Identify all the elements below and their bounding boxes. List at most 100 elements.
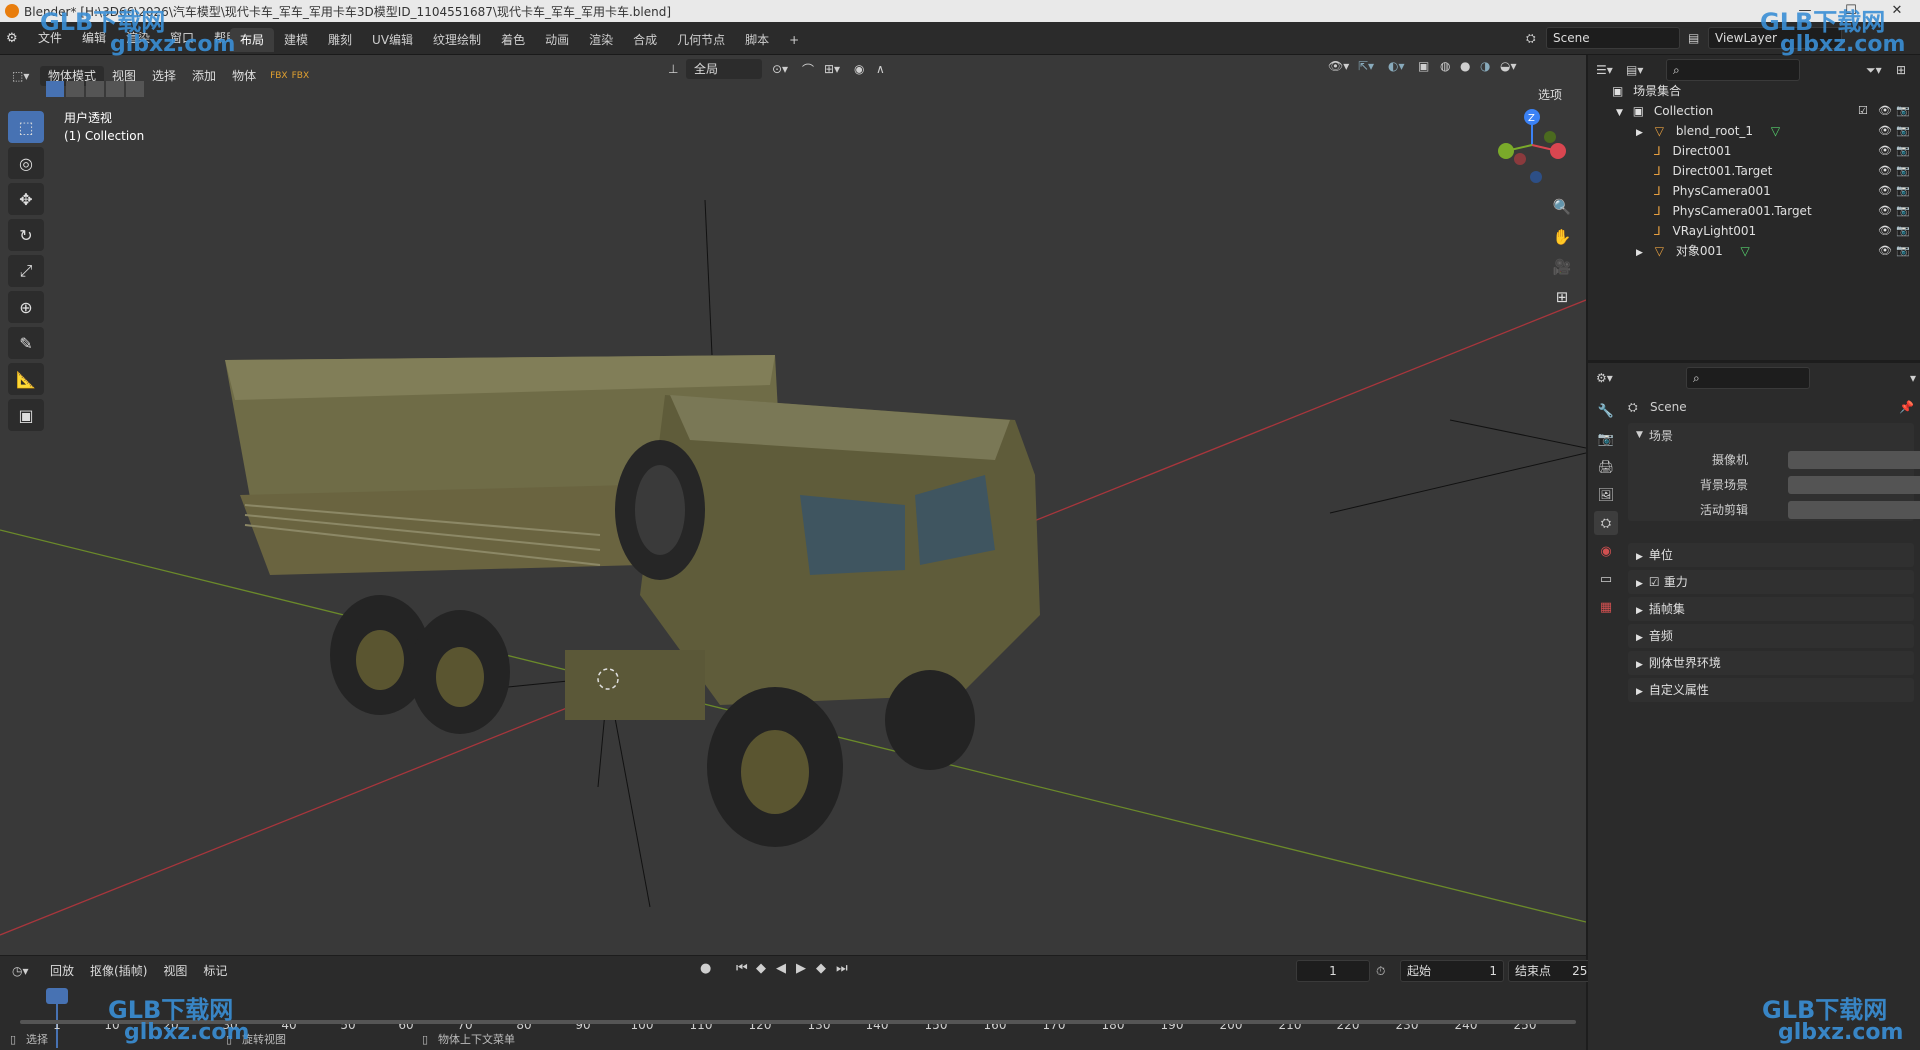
start-frame-field[interactable]: 起始 1 (1400, 960, 1504, 982)
camera-render-icon[interactable]: 📷 (1896, 121, 1910, 141)
outliner-editor-icon[interactable]: ☰▾ (1596, 63, 1626, 77)
panel-units[interactable]: ▶ 单位 (1628, 543, 1914, 567)
panel-custom-properties[interactable]: ▶ 自定义属性 (1628, 678, 1914, 702)
tool-tab-icon[interactable]: 🔧 (1594, 399, 1618, 423)
expand-icon[interactable]: ▶ (1636, 248, 1643, 258)
select-subtract-icon[interactable] (86, 81, 104, 97)
output-tab-icon[interactable]: 🖨 (1594, 455, 1618, 479)
navigation-gizmo[interactable]: Z (1492, 105, 1572, 185)
tab-scripting[interactable]: 脚本 (735, 28, 779, 52)
texture-tab-icon[interactable]: ▦ (1594, 595, 1618, 619)
add-cube-tool-icon[interactable]: ▣ (8, 399, 44, 431)
3d-viewport[interactable]: ⬚▾ 物体模式 视图 选择 添加 物体 FBX FBX ⊥ 全局 ⊙▾ ⌒ ⊞▾… (0, 55, 1586, 955)
tab-animation[interactable]: 动画 (535, 28, 579, 52)
play-reverse-icon[interactable]: ◀ (776, 961, 796, 976)
transform-orientation-selector[interactable]: 全局 (686, 59, 762, 79)
snap-icon[interactable]: ⌒ (802, 61, 824, 78)
render-tab-icon[interactable]: 📷 (1594, 427, 1618, 451)
annotate-tool-icon[interactable]: ✎ (8, 327, 44, 359)
pin-icon[interactable]: 📌 (1899, 400, 1914, 414)
properties-options-icon[interactable]: ▾ (1910, 371, 1916, 385)
wireframe-shading-icon[interactable]: ◍ (1440, 59, 1460, 73)
eye-icon[interactable]: 👁 (1878, 101, 1892, 121)
timeline-scrollbar[interactable] (20, 1020, 1576, 1024)
outliner-item[interactable]: ⅃ VRayLight001 👁 📷 (1588, 221, 1920, 241)
truck-model[interactable] (225, 355, 1040, 847)
outliner-item[interactable]: ⅃ PhysCamera001.Target 👁 📷 (1588, 201, 1920, 221)
camera-render-icon[interactable]: 📷 (1896, 101, 1910, 121)
collection-checkbox[interactable]: ☑ (1858, 101, 1868, 121)
material-shading-icon[interactable]: ◑ (1480, 59, 1500, 73)
expand-icon[interactable]: ▼ (1616, 108, 1623, 118)
solid-shading-icon[interactable]: ● (1460, 59, 1480, 73)
move-tool-icon[interactable]: ✥ (8, 183, 44, 215)
play-icon[interactable]: ▶ (796, 961, 816, 976)
camera-render-icon[interactable]: 📷 (1896, 221, 1910, 241)
properties-editor[interactable]: ⚙▾ ⌕ ▾ 🔧 📷 🖨 🖼 ⛭ ◉ ▭ ▦ ⛭ Scene 📌 ▼ 场景 摄像… (1588, 363, 1920, 1050)
camera-render-icon[interactable]: 📷 (1896, 161, 1910, 181)
snap-target-icon[interactable]: ⊞▾ (824, 62, 854, 76)
menu-add[interactable]: 添加 (184, 66, 224, 86)
eye-icon[interactable]: 👁 (1878, 141, 1892, 161)
select-extend-icon[interactable] (66, 81, 84, 97)
tab-shading[interactable]: 着色 (491, 28, 535, 52)
scene-tab-icon[interactable]: ⛭ (1594, 511, 1618, 535)
eye-icon[interactable]: 👁 (1878, 121, 1892, 141)
menu-keying[interactable]: 抠像(插帧) (82, 961, 155, 981)
camera-view-icon[interactable]: 🎥 (1548, 253, 1576, 281)
properties-search-input[interactable]: ⌕ (1686, 367, 1810, 389)
tab-rendering[interactable]: 渲染 (579, 28, 623, 52)
outliner-scene-collection[interactable]: ▣ 场景集合 (1588, 81, 1920, 101)
visibility-icon[interactable]: 👁▾ (1328, 59, 1358, 73)
menu-timeline-view[interactable]: 视图 (155, 961, 195, 981)
select-invert-icon[interactable] (106, 81, 124, 97)
proportional-edit-icon[interactable]: ◉ (854, 62, 876, 76)
eye-icon[interactable]: 👁 (1878, 241, 1892, 261)
select-new-icon[interactable] (46, 81, 64, 97)
tab-geometry-nodes[interactable]: 几何节点 (667, 28, 735, 52)
next-keyframe-icon[interactable]: ◆ (816, 961, 836, 976)
tab-compositing[interactable]: 合成 (623, 28, 667, 52)
eye-icon[interactable]: 👁 (1878, 201, 1892, 221)
outliner-item[interactable]: ⅃ Direct001 👁 📷 (1588, 141, 1920, 161)
ortho-grid-icon[interactable]: ⊞ (1548, 283, 1576, 311)
rotate-tool-icon[interactable]: ↻ (8, 219, 44, 251)
outliner-search-input[interactable]: ⌕ (1666, 59, 1800, 81)
view-layer-tab-icon[interactable]: 🖼 (1594, 483, 1618, 507)
rendered-shading-icon[interactable]: ◒▾ (1500, 59, 1526, 73)
scene-selector[interactable]: Scene (1546, 27, 1680, 49)
zoom-icon[interactable]: 🔍 (1548, 193, 1576, 221)
camera-render-icon[interactable]: 📷 (1896, 241, 1910, 261)
fbx-import-icon[interactable]: FBX (270, 71, 288, 81)
outliner-item[interactable]: ⅃ Direct001.Target 👁 📷 (1588, 161, 1920, 181)
eye-icon[interactable]: 👁 (1878, 161, 1892, 181)
add-workspace-button[interactable]: + (779, 28, 809, 52)
menu-playback[interactable]: 回放 (42, 961, 82, 981)
editor-type-icon[interactable]: ⬚▾ (12, 69, 40, 83)
tab-uv-editing[interactable]: UV编辑 (362, 28, 423, 52)
panel-keying-sets[interactable]: ▶ 插帧集 (1628, 597, 1914, 621)
new-collection-icon[interactable]: ⊞ (1896, 63, 1916, 77)
falloff-icon[interactable]: ∧ (876, 62, 898, 76)
active-clip-field[interactable] (1788, 501, 1920, 519)
select-intersect-icon[interactable] (126, 81, 144, 97)
timeline-editor-icon[interactable]: ◷▾ (12, 964, 42, 978)
camera-render-icon[interactable]: 📷 (1896, 201, 1910, 221)
display-mode-icon[interactable]: ▤▾ (1626, 63, 1656, 77)
blender-menu-icon[interactable]: ⚙ (6, 31, 28, 46)
fbx-export-icon[interactable]: FBX (292, 71, 310, 81)
outliner-item[interactable]: ▶ ▽ 对象001 ▽ 👁 📷 (1588, 241, 1920, 261)
pan-hand-icon[interactable]: ✋ (1548, 223, 1576, 251)
measure-tool-icon[interactable]: 📐 (8, 363, 44, 395)
stopwatch-icon[interactable]: ⏱ (1376, 964, 1400, 979)
current-frame-field[interactable]: 1 (1296, 960, 1370, 982)
prev-keyframe-icon[interactable]: ◆ (756, 961, 776, 976)
transform-tool-icon[interactable]: ⊕ (8, 291, 44, 323)
menu-marker[interactable]: 标记 (195, 961, 235, 981)
xray-icon[interactable]: ▣ (1418, 59, 1440, 73)
menu-select[interactable]: 选择 (144, 66, 184, 86)
filter-icon[interactable]: ⏷▾ (1866, 63, 1896, 78)
outliner-collection[interactable]: ▼ ▣ Collection ☑ 👁 📷 (1588, 101, 1920, 121)
tab-sculpting[interactable]: 雕刻 (318, 28, 362, 52)
pivot-icon[interactable]: ⊙▾ (772, 62, 802, 76)
